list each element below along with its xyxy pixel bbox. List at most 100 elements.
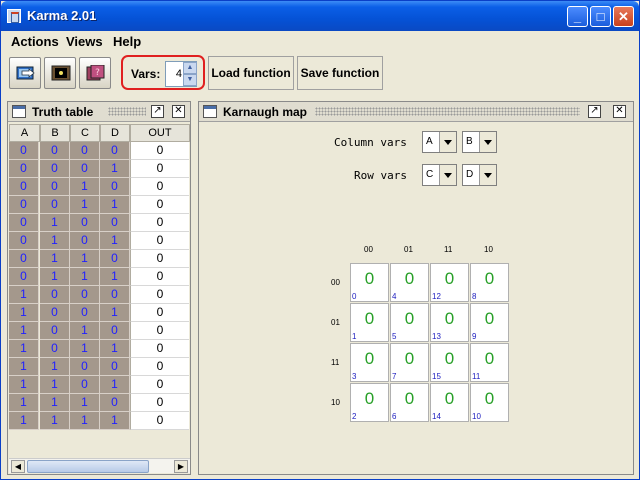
output-cell[interactable]: 0 — [130, 376, 189, 394]
input-cell: 0 — [40, 178, 70, 196]
kmap-cell-value: 0 — [404, 389, 415, 408]
load-function-button[interactable]: Load function — [208, 56, 294, 90]
view-map-button[interactable] — [44, 57, 76, 89]
table-row[interactable]: 10110 — [9, 340, 190, 358]
kmap-cell[interactable]: 08 — [470, 263, 509, 302]
column-var-2-select[interactable]: B — [462, 131, 497, 153]
kmap-cell[interactable]: 02 — [350, 383, 389, 422]
kmap-cell[interactable]: 09 — [470, 303, 509, 342]
save-function-button[interactable]: Save function — [297, 56, 383, 90]
scroll-right-button[interactable]: ▶ — [174, 460, 188, 473]
maximize-button[interactable]: □ — [590, 6, 611, 27]
output-cell[interactable]: 0 — [130, 178, 189, 196]
output-cell[interactable]: 0 — [130, 232, 189, 250]
kmap-cell[interactable]: 04 — [390, 263, 429, 302]
row-header: 00 — [331, 278, 340, 287]
horizontal-scrollbar[interactable]: ◀ ▶ — [9, 458, 190, 473]
chevron-down-icon[interactable] — [479, 132, 496, 152]
truth-table: A B C D OUT 0000000010001000011001000010… — [9, 124, 190, 430]
close-panel-button[interactable]: ✕ — [613, 105, 626, 118]
kmap-cell[interactable]: 0 11 — [470, 343, 509, 382]
table-row[interactable]: 11100 — [9, 394, 190, 412]
input-cell: 1 — [70, 250, 100, 268]
column-header[interactable]: C — [70, 124, 100, 142]
kmap-cell[interactable]: 03 — [350, 343, 389, 382]
table-row[interactable]: 01010 — [9, 232, 190, 250]
output-cell[interactable]: 0 — [130, 286, 189, 304]
minimize-button[interactable]: _ — [567, 6, 588, 27]
table-row[interactable]: 01000 — [9, 214, 190, 232]
scrollbar-thumb[interactable] — [27, 460, 149, 473]
output-cell[interactable]: 0 — [130, 358, 189, 376]
table-row[interactable]: 01100 — [9, 250, 190, 268]
vars-highlight: Vars: 4 ▲ ▼ — [121, 55, 205, 90]
row-var-2-select[interactable]: D — [462, 164, 497, 186]
open-function-button[interactable] — [9, 57, 41, 89]
table-row[interactable]: 11000 — [9, 358, 190, 376]
scroll-left-button[interactable]: ◀ — [11, 460, 25, 473]
close-panel-button[interactable]: ✕ — [172, 105, 185, 118]
kmap-cell[interactable]: 0 13 — [430, 303, 469, 342]
column-header[interactable]: D — [100, 124, 130, 142]
table-row[interactable]: 10000 — [9, 286, 190, 304]
menu-views[interactable]: Views — [66, 34, 103, 49]
kmap-cell[interactable]: 0 14 — [430, 383, 469, 422]
output-cell[interactable]: 0 — [130, 340, 189, 358]
kmap-cell[interactable]: 07 — [390, 343, 429, 382]
output-cell[interactable]: 0 — [130, 394, 189, 412]
kmap-cell[interactable]: 06 — [390, 383, 429, 422]
output-cell[interactable]: 0 — [130, 250, 189, 268]
title-bar[interactable]: Karma 2.01 _ □ ✕ — [1, 1, 639, 31]
kmap-cell[interactable]: 05 — [390, 303, 429, 342]
karnaugh-map-title-bar[interactable]: Karnaugh map ↗ ✕ — [199, 102, 633, 122]
table-row[interactable]: 11110 — [9, 412, 190, 430]
output-cell[interactable]: 0 — [130, 412, 189, 430]
column-var-1-select[interactable]: A — [422, 131, 457, 153]
chevron-down-icon[interactable] — [439, 132, 456, 152]
table-row[interactable]: 10100 — [9, 322, 190, 340]
chevron-down-icon[interactable] — [439, 165, 456, 185]
output-cell[interactable]: 0 — [130, 268, 189, 286]
detach-button[interactable]: ↗ — [588, 105, 601, 118]
truth-table-title-bar[interactable]: Truth table ↗ ✕ — [8, 102, 190, 122]
spinner-down-button[interactable]: ▼ — [183, 74, 197, 86]
vars-value[interactable]: 4 — [168, 68, 182, 80]
output-cell[interactable]: 0 — [130, 142, 189, 160]
input-cell: 1 — [40, 412, 70, 430]
close-button[interactable]: ✕ — [613, 6, 634, 27]
table-row[interactable]: 00100 — [9, 178, 190, 196]
menu-actions[interactable]: Actions — [11, 34, 59, 49]
output-cell[interactable]: 0 — [130, 214, 189, 232]
kmap-cell[interactable]: 0 12 — [430, 263, 469, 302]
row-var-1-select[interactable]: C — [422, 164, 457, 186]
table-row[interactable]: 00000 — [9, 142, 190, 160]
kmap-cell[interactable]: 0 15 — [430, 343, 469, 382]
table-row[interactable]: 00010 — [9, 160, 190, 178]
input-cell: 1 — [70, 394, 100, 412]
table-row[interactable]: 01110 — [9, 268, 190, 286]
chevron-down-icon[interactable] — [479, 165, 496, 185]
table-row[interactable]: 00110 — [9, 196, 190, 214]
spinner-up-button[interactable]: ▲ — [183, 62, 197, 74]
column-var-1-value: A — [426, 136, 433, 147]
input-cell: 1 — [40, 232, 70, 250]
kmap-cell[interactable]: 00 — [350, 263, 389, 302]
input-cell: 0 — [9, 178, 39, 196]
kmap-cell[interactable]: 0 10 — [470, 383, 509, 422]
help-button[interactable]: ? — [79, 57, 111, 89]
kmap-cell-index: 5 — [392, 332, 397, 341]
vars-spinner[interactable]: 4 ▲ ▼ — [165, 61, 197, 87]
column-header[interactable]: OUT — [130, 124, 190, 142]
kmap-cell[interactable]: 01 — [350, 303, 389, 342]
table-row[interactable]: 11010 — [9, 376, 190, 394]
menu-help[interactable]: Help — [113, 34, 141, 49]
output-cell[interactable]: 0 — [130, 196, 189, 214]
table-row[interactable]: 10010 — [9, 304, 190, 322]
detach-button[interactable]: ↗ — [151, 105, 164, 118]
output-cell[interactable]: 0 — [130, 322, 189, 340]
column-header[interactable]: A — [9, 124, 40, 142]
output-cell[interactable]: 0 — [130, 304, 189, 322]
output-cell[interactable]: 0 — [130, 160, 189, 178]
truth-table-title: Truth table — [32, 105, 94, 119]
column-header[interactable]: B — [40, 124, 70, 142]
